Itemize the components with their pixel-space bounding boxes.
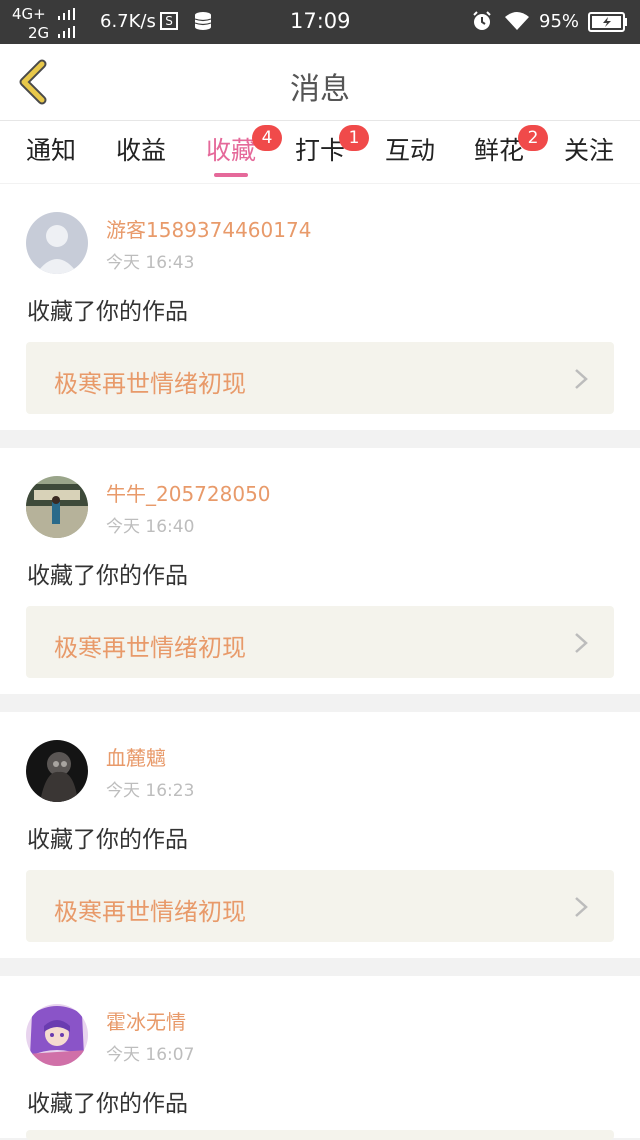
tab-earnings[interactable]: 收益 — [116, 131, 166, 175]
checkin-badge: 1 — [339, 125, 369, 151]
network-speed: 6.7K/s — [100, 11, 156, 32]
work-link[interactable] — [26, 1130, 614, 1140]
chevron-right-icon — [575, 633, 588, 653]
work-link[interactable]: 极寒再世情绪初现 — [26, 342, 614, 414]
avatar[interactable] — [26, 476, 88, 538]
timestamp: 今天 16:43 — [106, 253, 195, 273]
work-title: 极寒再世情绪初现 — [54, 634, 246, 662]
avatar[interactable] — [26, 1004, 88, 1066]
tab-label: 收藏 — [206, 136, 257, 165]
username[interactable]: 牛牛_205728050 — [106, 478, 271, 507]
action-text: 收藏了你的作品 — [27, 299, 188, 325]
list-item: 牛牛_205728050 今天 16:40 收藏了你的作品 极寒再世情绪初现 — [0, 448, 640, 694]
work-title: 极寒再世情绪初现 — [54, 370, 246, 398]
work-title: 极寒再世情绪初现 — [54, 898, 246, 926]
work-link[interactable]: 极寒再世情绪初现 — [26, 606, 614, 678]
tab-label: 通知 — [26, 136, 77, 165]
network-indicator: 4G+ 2G — [12, 4, 92, 42]
clock: 17:09 — [290, 9, 351, 33]
status-bar: 4G+ 2G 6.7K/s S 17:09 95% — [0, 0, 640, 44]
tab-label: 互动 — [385, 136, 436, 165]
tab-notification[interactable]: 通知 — [26, 131, 76, 175]
tab-interaction[interactable]: 互动 — [385, 131, 435, 175]
battery-percent: 95% — [539, 11, 580, 32]
action-text: 收藏了你的作品 — [27, 1091, 188, 1117]
alarm-icon — [473, 11, 491, 30]
network-4g-label: 4G+ — [12, 5, 46, 23]
battery-icon — [588, 12, 627, 32]
action-text: 收藏了你的作品 — [27, 827, 188, 853]
username[interactable]: 霍冰无情 — [106, 1006, 186, 1035]
page-title: 消息 — [290, 72, 350, 107]
tab-follow[interactable]: 关注 — [564, 131, 614, 175]
app-header: 消息 — [0, 44, 640, 121]
timestamp: 今天 16:07 — [106, 1045, 195, 1065]
active-tab-indicator — [214, 173, 249, 177]
s-icon: S — [160, 12, 178, 30]
wifi-icon — [505, 12, 529, 30]
network-2g-label: 2G — [28, 24, 50, 42]
tab-label: 鲜花 — [474, 136, 525, 165]
flowers-badge: 2 — [518, 125, 548, 151]
list-item: 游客1589374460174 今天 16:43 收藏了你的作品 极寒再世情绪初… — [0, 184, 640, 430]
timestamp: 今天 16:40 — [106, 517, 195, 537]
avatar[interactable] — [26, 740, 88, 802]
tab-checkin[interactable]: 打卡 1 — [295, 125, 369, 175]
chevron-right-icon — [575, 897, 588, 917]
tab-label: 关注 — [564, 136, 615, 165]
tab-favorites[interactable]: 收藏 4 — [206, 125, 282, 177]
tab-label: 收益 — [116, 136, 167, 165]
work-link[interactable]: 极寒再世情绪初现 — [26, 870, 614, 942]
avatar[interactable] — [26, 212, 88, 274]
chevron-right-icon — [575, 369, 588, 389]
list-item: 血麓魑 今天 16:23 收藏了你的作品 极寒再世情绪初现 — [0, 712, 640, 958]
tab-label: 打卡 — [295, 136, 346, 165]
signal-icon — [58, 8, 75, 20]
favorites-badge: 4 — [252, 125, 282, 151]
signal-icon-2 — [58, 26, 75, 38]
timestamp: 今天 16:23 — [106, 781, 195, 801]
tab-bar: 通知 收益 收藏 4 打卡 1 互动 鲜花 2 关注 — [0, 121, 640, 183]
username[interactable]: 血麓魑 — [106, 742, 166, 771]
action-text: 收藏了你的作品 — [27, 563, 188, 589]
tab-flowers[interactable]: 鲜花 2 — [474, 125, 548, 175]
username[interactable]: 游客1589374460174 — [106, 214, 311, 243]
list-item: 霍冰无情 今天 16:07 收藏了你的作品 — [0, 976, 640, 1140]
database-icon — [194, 12, 212, 30]
